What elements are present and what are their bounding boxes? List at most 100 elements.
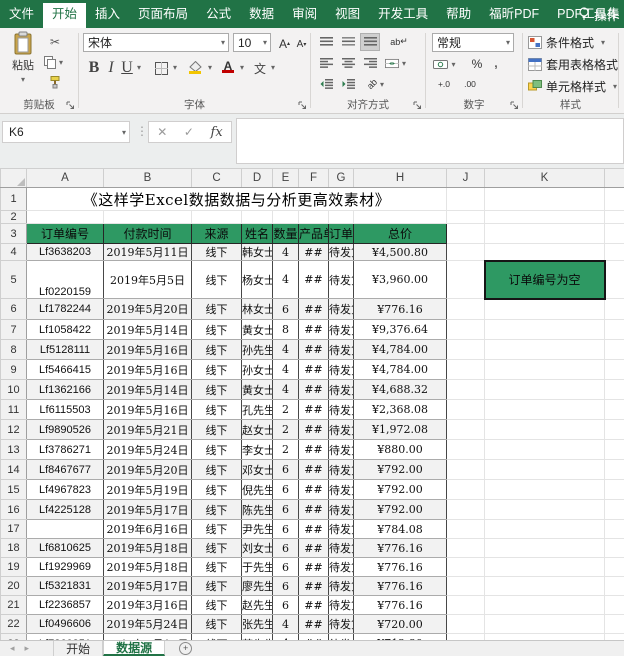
cell-K16[interactable] [485, 500, 605, 520]
cell-K5-callout[interactable]: 订单编号为空 [485, 261, 605, 299]
chevron-down-icon[interactable]: ▾ [260, 38, 270, 47]
cell-E18[interactable]: 6 [273, 539, 299, 558]
row-header-2[interactable]: 2 [1, 211, 27, 224]
cell-D13[interactable]: 李女士 [242, 440, 273, 460]
underline-button[interactable]: U [119, 58, 135, 78]
cell-G18[interactable]: 待发货 [329, 539, 354, 558]
cell-K7[interactable] [485, 320, 605, 340]
chevron-down-icon[interactable]: ▾ [218, 38, 228, 47]
cell-H7[interactable]: ¥9,376.64 [354, 320, 447, 340]
cell-K8[interactable] [485, 340, 605, 360]
cell-E2[interactable] [273, 211, 299, 224]
cell-E7[interactable]: 8 [273, 320, 299, 340]
cell-A17[interactable] [27, 520, 104, 539]
sheet-nav-right-icon[interactable]: ▸ [25, 643, 30, 654]
cell-B8[interactable]: 2019年5月16日 [104, 340, 192, 360]
cell-F15[interactable]: ## [299, 480, 329, 500]
cell-A9[interactable]: Lf5466415 [27, 360, 104, 380]
fill-color-button[interactable] [185, 56, 205, 78]
cell-B2[interactable] [104, 211, 192, 224]
cell-K4[interactable] [485, 244, 605, 261]
cell-G14[interactable]: 待发货 [329, 460, 354, 480]
cell-C22[interactable]: 线下 [192, 615, 242, 634]
cell-B18[interactable]: 2019年5月18日 [104, 539, 192, 558]
cell-J6[interactable] [447, 299, 485, 320]
cell-D20[interactable]: 廖先生 [242, 577, 273, 596]
cell-H2[interactable] [354, 211, 447, 224]
cell-J10[interactable] [447, 380, 485, 400]
cell-E19[interactable]: 6 [273, 558, 299, 577]
sheet-tab-1[interactable]: 数据源 [103, 641, 165, 656]
cell-B21[interactable]: 2019年3月16日 [104, 596, 192, 615]
decrease-decimal-button[interactable]: .00 [458, 76, 482, 92]
cell-C21[interactable]: 线下 [192, 596, 242, 615]
row-header-3[interactable]: 3 [1, 224, 27, 244]
sheet-nav-left-icon[interactable]: ◂ [10, 643, 15, 654]
col-header-K[interactable]: K [485, 169, 605, 188]
cell-G15[interactable]: 待发货 [329, 480, 354, 500]
chevron-down-icon[interactable]: ▾ [18, 75, 28, 84]
cell-B12[interactable]: 2019年5月21日 [104, 420, 192, 440]
cell-J13[interactable] [447, 440, 485, 460]
add-sheet-button[interactable]: + [179, 642, 192, 655]
cell-B22[interactable]: 2019年5月24日 [104, 615, 192, 634]
cell-F21[interactable]: ## [299, 596, 329, 615]
cell-E17[interactable]: 6 [273, 520, 299, 539]
number-dialog-launcher[interactable] [510, 101, 519, 110]
ribbon-tab-10[interactable]: 福昕PDF [480, 0, 548, 28]
cell-G19[interactable]: 待发货 [329, 558, 354, 577]
cell-B14[interactable]: 2019年5月20日 [104, 460, 192, 480]
cell-D5[interactable]: 杨女士 [242, 261, 273, 299]
cell-G3[interactable]: 订单状态 [329, 224, 354, 244]
cell-E9[interactable]: 4 [273, 360, 299, 380]
chevron-down-icon[interactable]: ▾ [399, 59, 409, 68]
tell-me-search[interactable]: 操作 [578, 0, 624, 28]
cell-F11[interactable]: ## [299, 400, 329, 420]
number-format-combo[interactable]: 常规 ▾ [432, 33, 514, 52]
row-header-6[interactable]: 6 [1, 299, 27, 320]
cell-J4[interactable] [447, 244, 485, 261]
cell-K9[interactable] [485, 360, 605, 380]
ribbon-tab-3[interactable]: 页面布局 [129, 0, 197, 28]
align-top-button[interactable] [316, 33, 336, 51]
cell-J5[interactable] [447, 261, 485, 299]
cell-K12[interactable] [485, 420, 605, 440]
cell-F16[interactable]: ## [299, 500, 329, 520]
cell-E16[interactable]: 6 [273, 500, 299, 520]
cell-D16[interactable]: 陈先生 [242, 500, 273, 520]
ribbon-tab-0[interactable]: 文件 [0, 0, 43, 28]
col-header-C[interactable]: C [192, 169, 242, 188]
cell-J9[interactable] [447, 360, 485, 380]
cell-J1[interactable] [447, 188, 485, 211]
row-header-8[interactable]: 8 [1, 340, 27, 360]
cell-E8[interactable]: 4 [273, 340, 299, 360]
cell-J2[interactable] [447, 211, 485, 224]
cell-B13[interactable]: 2019年5月24日 [104, 440, 192, 460]
font-name-combo[interactable]: 宋体 ▾ [83, 33, 229, 52]
cell-F3[interactable]: 产品单价 [299, 224, 329, 244]
chevron-down-icon[interactable]: ▾ [448, 60, 458, 69]
cell-B4[interactable]: 2019年5月11日 [104, 244, 192, 261]
select-all-corner[interactable] [1, 169, 27, 188]
cell-A3[interactable]: 订单编号 [27, 224, 104, 244]
cell-C2[interactable] [192, 211, 242, 224]
cell-C4[interactable]: 线下 [192, 244, 242, 261]
chevron-down-icon[interactable]: ▾ [268, 63, 278, 72]
chevron-down-icon[interactable]: ▾ [205, 63, 215, 72]
sheet-tab-0[interactable]: 开始 [53, 641, 103, 656]
enter-button[interactable]: ✓ [184, 125, 194, 139]
cell-H14[interactable]: ¥792.00 [354, 460, 447, 480]
row-header-11[interactable]: 11 [1, 400, 27, 420]
cell-E10[interactable]: 4 [273, 380, 299, 400]
align-left-button[interactable] [316, 54, 336, 72]
cell-A11[interactable]: Lf6115503 [27, 400, 104, 420]
row-header-14[interactable]: 14 [1, 460, 27, 480]
cell-A14[interactable]: Lf8467677 [27, 460, 104, 480]
row-header-19[interactable]: 19 [1, 558, 27, 577]
cell-A21[interactable]: Lf2236857 [27, 596, 104, 615]
row-header-5[interactable]: 5 [1, 261, 27, 299]
cell-G4[interactable]: 待发货 [329, 244, 354, 261]
cell-G8[interactable]: 待发货 [329, 340, 354, 360]
cell-D11[interactable]: 孔先生 [242, 400, 273, 420]
copy-button[interactable]: ▾ [44, 53, 66, 71]
